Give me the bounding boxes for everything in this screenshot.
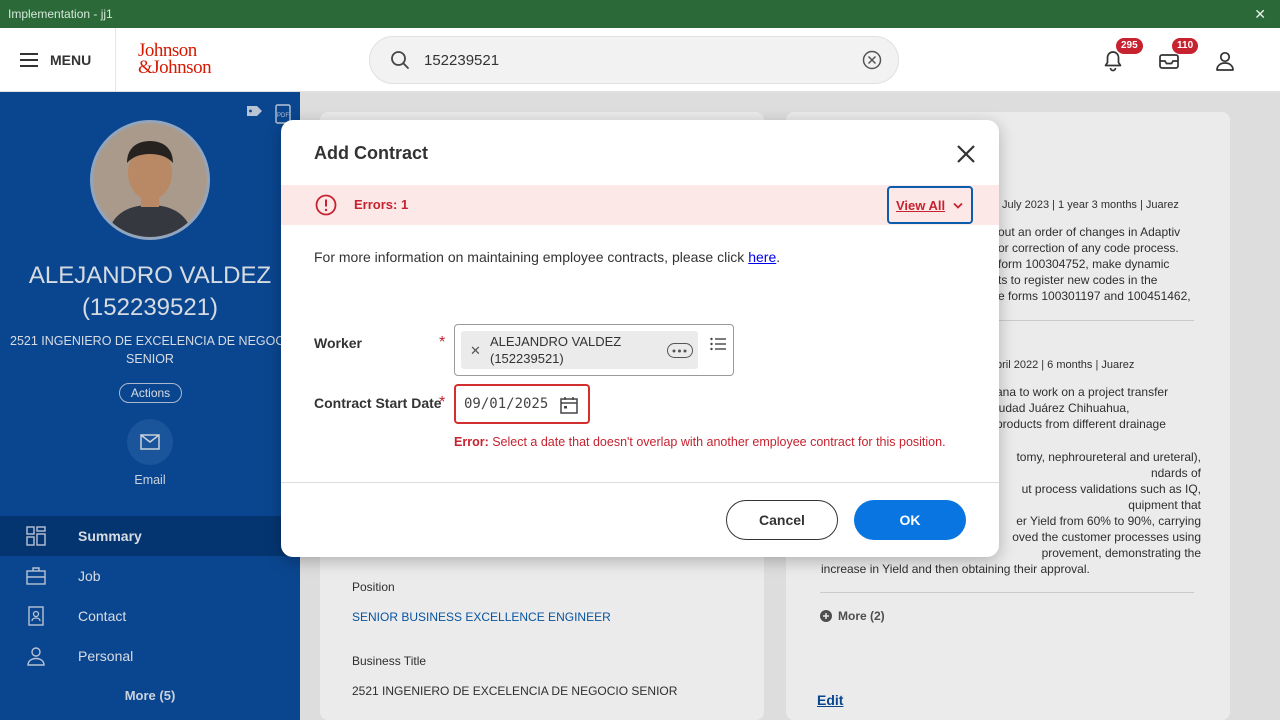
calendar-icon[interactable]	[559, 395, 579, 415]
worker-selected-pill: ✕ ALEJANDRO VALDEZ (152239521)	[461, 331, 698, 369]
view-all-errors-button[interactable]: View All	[887, 186, 973, 224]
info-text-suffix: .	[776, 249, 781, 265]
dialog-title: Add Contract	[314, 143, 428, 163]
logo-line-2: &Johnson	[138, 57, 212, 78]
start-date-required-mark: *	[439, 394, 446, 411]
hamburger-icon	[20, 53, 38, 67]
dialog-footer-divider	[281, 482, 999, 483]
app-header: MENU Johnson &Johnson 152239521 295 110	[0, 28, 1280, 92]
cancel-button[interactable]: Cancel	[726, 500, 838, 540]
contract-start-date-label: Contract Start Date	[314, 395, 442, 411]
window-close-icon[interactable]: ✕	[1254, 0, 1266, 28]
error-count: Errors: 1	[354, 197, 409, 212]
prompt-list-icon[interactable]	[710, 337, 726, 351]
worker-field[interactable]: ✕ ALEJANDRO VALDEZ (152239521)	[454, 324, 734, 376]
worker-required-mark: *	[439, 334, 446, 351]
inbox-badge: 110	[1172, 38, 1199, 54]
notifications-badge: 295	[1116, 38, 1143, 54]
error-prefix: Error:	[454, 435, 489, 449]
menu-button[interactable]: MENU	[20, 48, 91, 72]
selected-worker-line-1: ALEJANDRO VALDEZ	[490, 334, 622, 349]
add-contract-dialog: Add Contract Errors: 1 View All For more…	[281, 120, 999, 557]
company-logo[interactable]: Johnson &Johnson	[138, 41, 212, 78]
remove-worker-icon[interactable]: ✕	[470, 343, 481, 359]
related-actions-icon[interactable]	[667, 343, 693, 358]
window-title: Implementation - jj1	[8, 7, 113, 21]
user-profile-icon[interactable]	[1214, 50, 1236, 72]
info-here-link[interactable]: here	[748, 249, 776, 265]
selected-worker-line-2: (152239521)	[490, 351, 564, 366]
error-text: Select a date that doesn't overlap with …	[488, 435, 946, 449]
search-icon	[391, 51, 409, 69]
search-bar[interactable]: 152239521	[369, 36, 899, 84]
info-text: For more information on maintaining empl…	[314, 249, 780, 265]
menu-label: MENU	[50, 52, 92, 68]
selected-worker-name: ALEJANDRO VALDEZ (152239521)	[490, 333, 621, 367]
worker-label: Worker	[314, 335, 362, 351]
error-banner: Errors: 1 View All	[281, 185, 999, 225]
contract-start-date-input[interactable]: 09/01/2025	[454, 384, 590, 424]
window-titlebar: Implementation - jj1 ✕	[0, 0, 1280, 28]
view-all-label: View All	[896, 198, 946, 213]
start-date-error-message: Error: Select a date that doesn't overla…	[454, 435, 946, 449]
header-divider	[115, 28, 116, 92]
search-input[interactable]: 152239521	[424, 52, 499, 69]
start-date-value: 09/01/2025	[464, 396, 549, 412]
error-alert-icon	[315, 194, 337, 216]
chevron-down-icon	[953, 202, 963, 209]
ok-button[interactable]: OK	[854, 500, 966, 540]
clear-search-icon[interactable]	[862, 50, 882, 70]
info-text-body: For more information on maintaining empl…	[314, 249, 749, 265]
close-icon[interactable]	[955, 143, 977, 165]
